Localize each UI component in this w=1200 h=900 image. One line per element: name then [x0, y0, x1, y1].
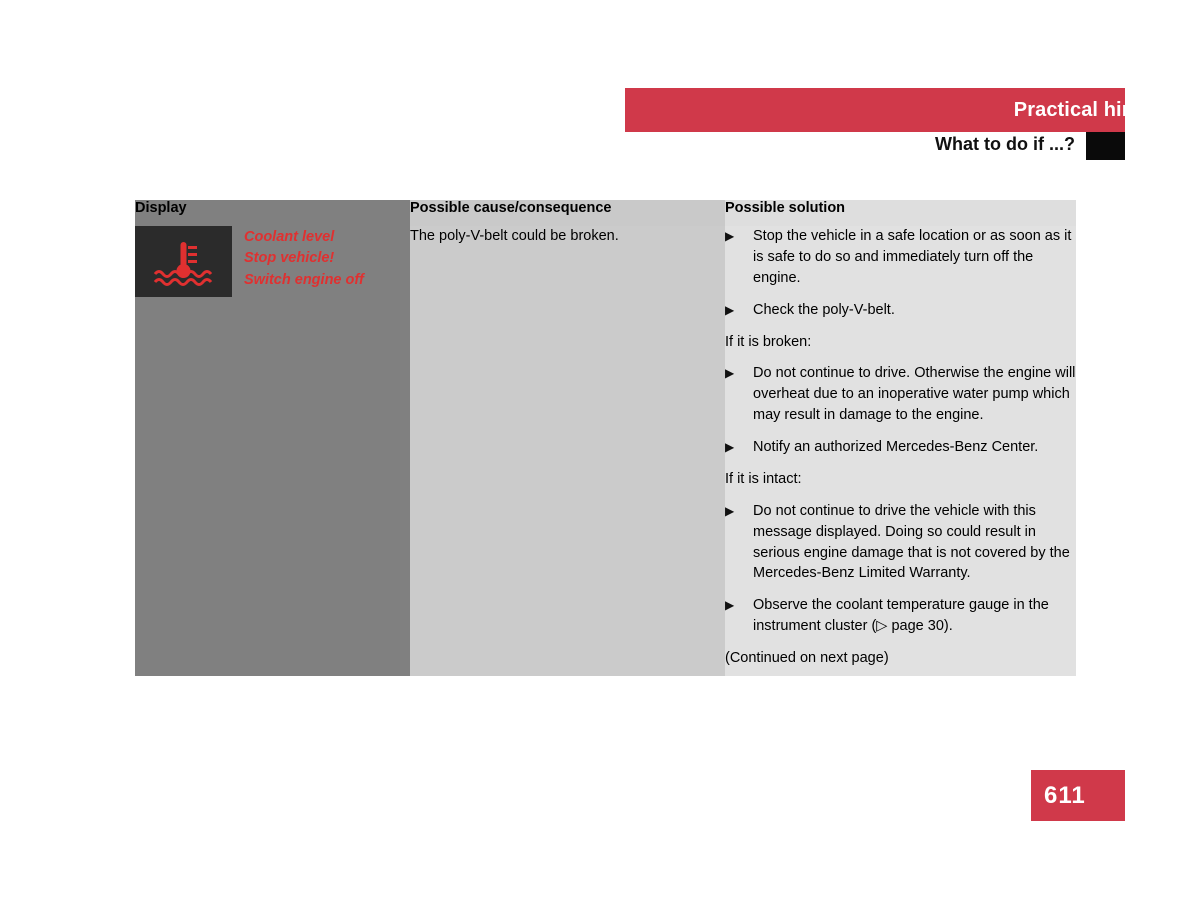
condition-note: If it is intact:	[725, 470, 802, 487]
solid-triangle-right-icon: ▶	[725, 503, 735, 518]
solid-triangle-right-icon: ▶	[725, 598, 735, 613]
section-tab-marker	[1086, 132, 1125, 160]
cell-solution: ▶ Stop the vehicle in a safe location or…	[725, 226, 1076, 676]
condition-note: If it is broken:	[725, 333, 812, 350]
list-item: ▶ Observe the coolant temperature gauge …	[725, 595, 1076, 637]
cause-text: The poly-V-belt could be broken.	[410, 228, 619, 244]
page-header: Practical hints What to do if ...?	[0, 0, 1200, 180]
solid-triangle-right-icon: ▶	[725, 302, 735, 317]
continued-notice: (Continued on next page)	[725, 650, 889, 666]
display-message-line: Switch engine off	[244, 271, 364, 288]
list-item: ▶ Stop the vehicle in a safe location or…	[725, 226, 1076, 289]
page-number: 611	[1044, 782, 1086, 809]
display-message-line: Stop vehicle!	[244, 250, 335, 267]
list-item-text: Stop the vehicle in a safe location or a…	[753, 228, 1072, 286]
list-item-text: Check the poly-V-belt.	[753, 301, 895, 318]
display-message: Coolant level Stop vehicle! Switch engin…	[244, 226, 364, 291]
list-item-text: Do not continue to drive the vehicle wit…	[753, 502, 1070, 582]
solid-triangle-right-icon: ▶	[725, 440, 735, 454]
list-item-text: Notify an authorized Mercedes-Benz Cente…	[753, 439, 1039, 455]
page-subtitle: What to do if ...?	[935, 134, 1075, 154]
solid-triangle-right-icon: ▶	[725, 366, 735, 381]
solid-triangle-right-icon: ▶	[725, 229, 735, 243]
cell-cause: The poly-V-belt could be broken.	[410, 226, 725, 676]
column-header-display: Display	[135, 200, 410, 226]
page-number-badge: 611	[1031, 770, 1125, 821]
list-item-text: Do not continue to drive. Otherwise the …	[753, 365, 1076, 424]
list-item: ▶ Do not continue to drive. Otherwise th…	[725, 363, 1076, 426]
table-row: Coolant level Stop vehicle! Switch engin…	[135, 226, 1076, 676]
coolant-temperature-warning-icon	[135, 226, 232, 297]
cell-display: Coolant level Stop vehicle! Switch engin…	[135, 226, 410, 676]
list-item: ▶ Do not continue to drive the vehicle w…	[725, 501, 1076, 585]
what-to-do-if-table: Display Possible cause/consequence Possi…	[135, 200, 1076, 676]
column-header-solution: Possible solution	[725, 200, 1076, 226]
column-header-cause: Possible cause/consequence	[410, 200, 725, 226]
table-header-row: Display Possible cause/consequence Possi…	[135, 200, 1076, 226]
list-item: ▶ Notify an authorized Mercedes-Benz Cen…	[725, 437, 1076, 458]
list-item: ▶ Check the poly-V-belt.	[725, 300, 1076, 321]
display-message-line: Coolant level	[244, 229, 335, 245]
list-item-text: Observe the coolant temperature gauge in…	[753, 597, 1049, 635]
page-title: Practical hints	[1013, 99, 1152, 121]
